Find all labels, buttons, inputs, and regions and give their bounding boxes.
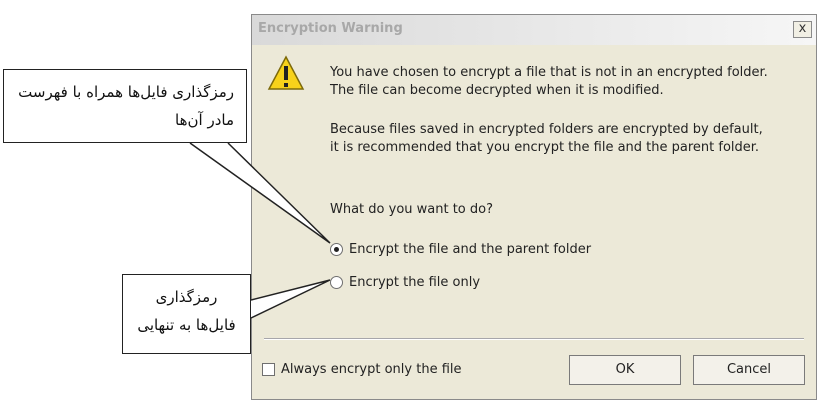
question-text: What do you want to do? bbox=[330, 202, 494, 217]
callout-encrypt-file-only: رمزگذاری فایل‌ها به تنهایی bbox=[122, 274, 251, 354]
separator bbox=[264, 338, 804, 340]
warning-message: You have chosen to encrypt a file that i… bbox=[330, 65, 768, 98]
callout-encrypt-with-folder: رمزگذاری فایل‌ها همراه با فهرست مادر آن‌… bbox=[3, 69, 247, 143]
warning-icon bbox=[267, 55, 305, 90]
ok-button[interactable]: OK bbox=[569, 355, 681, 385]
dialog-title: Encryption Warning bbox=[258, 21, 403, 36]
always-encrypt-checkbox[interactable] bbox=[262, 363, 275, 376]
title-bar: Encryption Warning x bbox=[252, 15, 816, 45]
recommendation-message: Because files saved in encrypted folders… bbox=[330, 122, 763, 155]
close-button[interactable]: x bbox=[793, 21, 812, 38]
cancel-button[interactable]: Cancel bbox=[693, 355, 805, 385]
radio-label: Encrypt the file and the parent folder bbox=[349, 242, 592, 257]
radio-button-selected[interactable] bbox=[330, 243, 343, 256]
radio-label: Encrypt the file only bbox=[349, 275, 481, 290]
encryption-warning-dialog: Encryption Warning x You have chosen to … bbox=[251, 14, 817, 400]
checkbox-label: Always encrypt only the file bbox=[281, 362, 462, 377]
radio-button[interactable] bbox=[330, 276, 343, 289]
